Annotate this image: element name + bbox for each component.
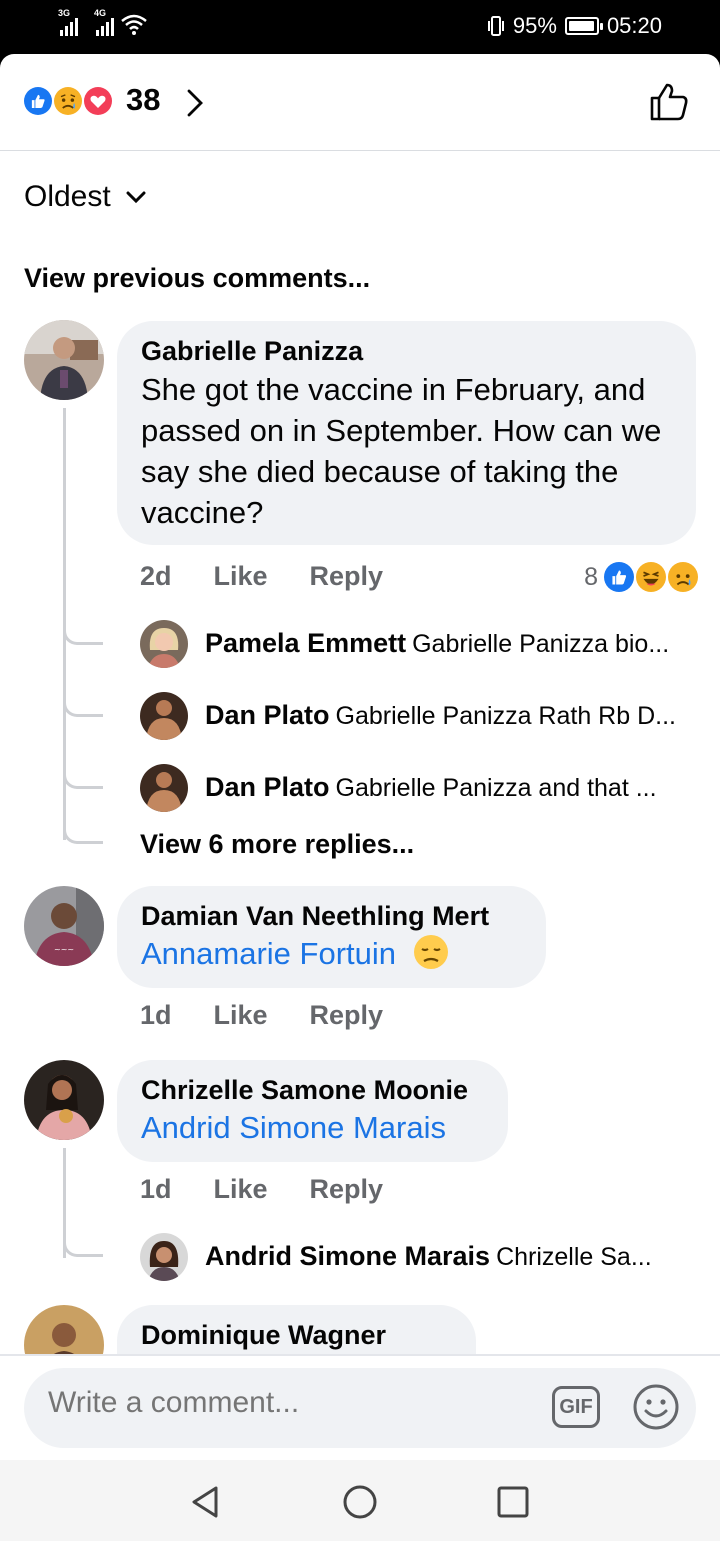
mention-text[interactable]: Annamarie Fortuin (141, 936, 396, 971)
battery-icon (564, 17, 603, 35)
reply-row[interactable]: Andrid Simone Marais Chrizelle Sa... (205, 1241, 667, 1272)
vibrate-icon (487, 16, 504, 36)
chevron-right-icon[interactable] (184, 87, 206, 119)
disappointed-face-icon (413, 935, 448, 969)
like-button[interactable]: Like (214, 1174, 268, 1205)
haha-reaction-icon (634, 560, 668, 594)
signal-4g-icon: 4G (94, 8, 114, 36)
comment-input[interactable] (48, 1386, 528, 1420)
sad-reaction-icon (666, 560, 700, 594)
comment-time[interactable]: 1d (140, 1000, 172, 1031)
sort-label: Oldest (24, 180, 111, 213)
avatar-gabrielle-panizza[interactable] (24, 320, 104, 400)
avatar-damian-van-neethling-mert[interactable]: ~~~ (24, 886, 104, 966)
svg-text:~~~: ~~~ (54, 945, 74, 954)
comment-author[interactable]: Damian Van Neethling Mert (141, 898, 522, 934)
gif-button[interactable]: GIF (552, 1386, 600, 1428)
like-reaction-icon (22, 85, 54, 117)
comment-time[interactable]: 1d (140, 1174, 172, 1205)
reply-text: Gabrielle Panizza Rath Rb D... (335, 702, 676, 730)
comment-input-box[interactable]: GIF (24, 1368, 696, 1448)
view-previous-comments-link[interactable]: View previous comments... (24, 263, 370, 294)
comment-text: She got the vaccine in February, and pas… (141, 372, 662, 530)
reply-connector (63, 1227, 103, 1257)
avatar-andrid-simone-marais[interactable] (140, 1233, 188, 1281)
reply-author[interactable]: Dan Plato (205, 772, 330, 802)
sort-dropdown[interactable]: Oldest (24, 180, 147, 214)
comment-actions: 1d Like Reply (140, 1000, 383, 1031)
home-icon[interactable] (340, 1482, 380, 1522)
avatar-dan-plato[interactable] (140, 764, 188, 812)
reaction-icons (22, 85, 114, 117)
chevron-down-icon (126, 191, 146, 204)
comment-composer: GIF (0, 1354, 720, 1460)
comment-actions: 1d Like Reply (140, 1174, 383, 1205)
wifi-icon (121, 14, 147, 35)
status-right: 95% 05:20 (487, 13, 662, 39)
reply-row[interactable]: Dan Plato Gabrielle Panizza Rath Rb D... (205, 700, 697, 731)
avatar-dan-plato[interactable] (140, 692, 188, 740)
reply-connector (63, 759, 103, 789)
reply-row[interactable]: Pamela Emmett Gabrielle Panizza bio... (205, 628, 697, 659)
system-navigation-bar (0, 1460, 720, 1541)
reply-text: Chrizelle Sa... (496, 1243, 652, 1271)
avatar-pamela-emmett[interactable] (140, 620, 188, 668)
love-reaction-icon (82, 85, 114, 117)
reply-author[interactable]: Dan Plato (205, 700, 330, 730)
reply-text: Gabrielle Panizza and that ... (335, 774, 657, 802)
comment-reactions-badge[interactable]: 8 (584, 560, 700, 594)
reply-connector (63, 615, 103, 645)
reply-connector (63, 814, 103, 844)
back-icon[interactable] (186, 1482, 226, 1522)
mention-link[interactable]: Annamarie Fortuin (141, 934, 522, 974)
signal-3g-icon: 3G (58, 8, 78, 36)
reply-text: Gabrielle Panizza bio... (412, 630, 670, 658)
battery-percent: 95% (512, 13, 557, 38)
comment-reaction-count: 8 (584, 562, 598, 591)
reply-button[interactable]: Reply (310, 1000, 384, 1031)
emoji-icon[interactable] (632, 1383, 680, 1431)
reply-row[interactable]: Dan Plato Gabrielle Panizza and that ... (205, 772, 697, 803)
comment-bubble[interactable]: Chrizelle Samone Moonie Andrid Simone Ma… (117, 1060, 508, 1162)
like-post-button[interactable] (648, 81, 690, 123)
like-button[interactable]: Like (214, 1000, 268, 1031)
avatar-chrizelle-samone-moonie[interactable] (24, 1060, 104, 1140)
comment-author[interactable]: Chrizelle Samone Moonie (141, 1072, 484, 1108)
comment-actions: 2d Like Reply (140, 561, 383, 592)
reply-author[interactable]: Andrid Simone Marais (205, 1241, 490, 1271)
mention-text[interactable]: Andrid Simone Marais (141, 1108, 484, 1148)
sad-reaction-icon (52, 85, 84, 117)
reply-connector (63, 687, 103, 717)
comment-bubble[interactable]: Gabrielle Panizza She got the vaccine in… (117, 321, 696, 545)
comment-author[interactable]: Dominique Wagner (141, 1317, 452, 1353)
net-label-3g: 3G (58, 8, 71, 18)
reactions-header[interactable]: 38 (0, 54, 720, 151)
recents-icon[interactable] (493, 1482, 533, 1522)
comment-time[interactable]: 2d (140, 561, 172, 592)
status-bar: 3G 4G 95% 05:20 (0, 0, 720, 54)
comments-sheet: 38 Oldest View previous comments... Gabr… (0, 54, 720, 1541)
view-more-replies-link[interactable]: View 6 more replies... (140, 829, 414, 860)
comment-bubble[interactable]: Damian Van Neethling Mert Annamarie Fort… (117, 886, 546, 988)
reply-author[interactable]: Pamela Emmett (205, 628, 406, 658)
clock: 05:20 (606, 13, 662, 38)
reply-button[interactable]: Reply (310, 561, 384, 592)
net-label-4g: 4G (94, 8, 107, 18)
like-button[interactable]: Like (214, 561, 268, 592)
like-reaction-icon (602, 560, 636, 594)
status-left: 3G 4G (58, 8, 148, 36)
reply-button[interactable]: Reply (310, 1174, 384, 1205)
battery-fill (568, 21, 594, 31)
reaction-count: 38 (126, 82, 161, 117)
comment-author[interactable]: Gabrielle Panizza (141, 333, 672, 369)
